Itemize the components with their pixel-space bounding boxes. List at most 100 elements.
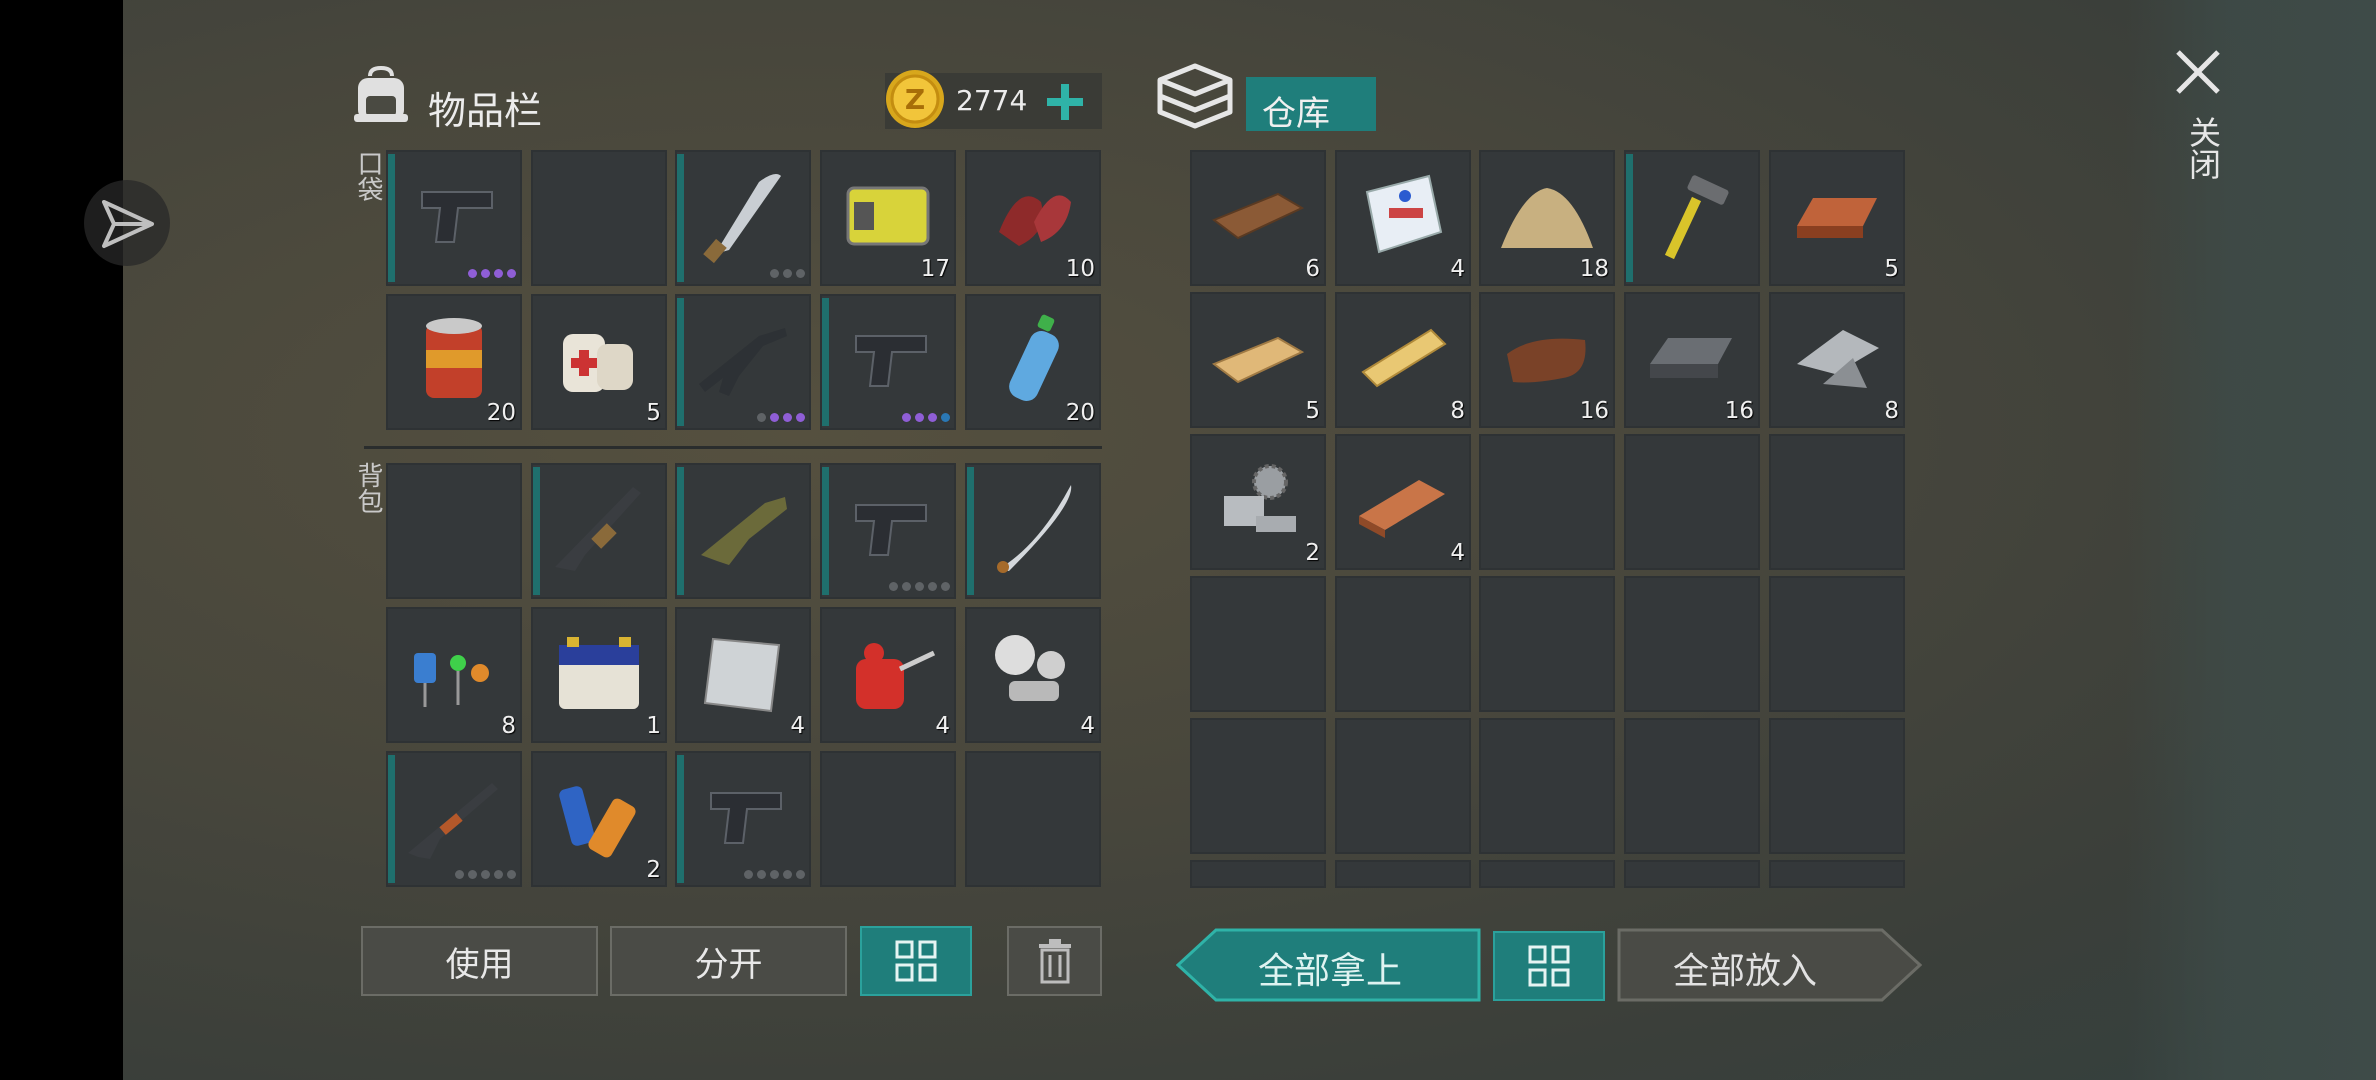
backpack-slot[interactable]: 4 — [675, 607, 811, 743]
pocket-slot[interactable]: 17 — [820, 150, 956, 286]
backpack-slot[interactable]: 4 — [820, 607, 956, 743]
storage-slot[interactable] — [1479, 718, 1615, 854]
storage-slot[interactable]: 2 — [1190, 434, 1326, 570]
storage-slot[interactable]: 8 — [1335, 292, 1471, 428]
durability-bar — [677, 467, 684, 595]
storage-slot[interactable] — [1190, 576, 1326, 712]
storage-slot[interactable] — [1769, 718, 1905, 854]
batteries-icon — [545, 763, 653, 871]
storage-slot[interactable] — [1479, 576, 1615, 712]
item-quantity: 8 — [1450, 398, 1465, 424]
backpack-slot[interactable]: 2 — [531, 751, 667, 887]
item-quantity: 4 — [935, 713, 950, 739]
share-button[interactable] — [84, 180, 170, 266]
pocket-slot[interactable] — [675, 150, 811, 286]
backpack-slot[interactable]: 4 — [965, 607, 1101, 743]
storage-title: 仓库 — [1262, 94, 1330, 134]
storage-slot[interactable] — [1624, 576, 1760, 712]
pocket-slot[interactable]: 10 — [965, 150, 1101, 286]
storage-slot[interactable] — [1190, 718, 1326, 854]
storage-slot[interactable]: 18 — [1479, 150, 1615, 286]
storage-slot[interactable] — [1335, 860, 1471, 888]
pocket-slot[interactable] — [820, 294, 956, 430]
pocket-label: 口袋 — [353, 150, 383, 202]
plus-icon — [1047, 84, 1083, 120]
meat-icon — [979, 162, 1087, 270]
add-coins-button[interactable] — [1043, 80, 1087, 124]
storage-slot[interactable]: 5 — [1190, 292, 1326, 428]
durability-bar — [677, 154, 684, 282]
backpack-slot[interactable]: 8 — [386, 607, 522, 743]
storage-slot[interactable] — [1479, 860, 1615, 888]
put-all-button[interactable]: 全部放入 — [1617, 928, 1922, 1002]
storage-slot[interactable] — [1769, 434, 1905, 570]
item-quantity: 10 — [1065, 256, 1095, 282]
backpack-slot[interactable] — [675, 463, 811, 599]
pine-plank-icon — [1349, 304, 1457, 416]
trash-button[interactable] — [1007, 926, 1102, 996]
backpack-slot[interactable] — [675, 751, 811, 887]
item-quality-dots — [770, 269, 805, 278]
backpack-slot[interactable] — [965, 751, 1101, 887]
storage-slot[interactable] — [1335, 576, 1471, 712]
backpack-icon — [352, 65, 410, 126]
background-fade — [2126, 0, 2376, 1080]
cement-bag-icon — [1349, 162, 1457, 274]
item-quantity: 4 — [790, 713, 805, 739]
pocket-slot[interactable] — [386, 150, 522, 286]
storage-slot[interactable] — [1190, 860, 1326, 888]
storage-slot[interactable] — [1479, 434, 1615, 570]
backpack-slot[interactable] — [820, 751, 956, 887]
backpack-label: 背包 — [353, 462, 383, 514]
backpack-slot[interactable] — [965, 463, 1101, 599]
use-button-label: 使用 — [445, 944, 514, 985]
sort-inventory-button[interactable] — [860, 926, 972, 996]
durability-bar — [677, 298, 684, 426]
pocket-slot[interactable]: 20 — [386, 294, 522, 430]
pocket-slot[interactable] — [531, 150, 667, 286]
item-quality-dots — [468, 269, 516, 278]
section-divider — [364, 446, 1102, 449]
storage-slot[interactable]: 6 — [1190, 150, 1326, 286]
take-all-button[interactable]: 全部拿上 — [1176, 928, 1481, 1002]
bandage-icon — [545, 306, 653, 414]
wooden-plank-icon — [1204, 162, 1312, 274]
take-all-label: 全部拿上 — [1258, 951, 1403, 992]
storage-slot[interactable] — [1769, 576, 1905, 712]
item-quantity: 4 — [1450, 540, 1465, 566]
storage-slot[interactable] — [1624, 718, 1760, 854]
shotgun-icon — [400, 763, 508, 871]
sort-storage-button[interactable] — [1493, 931, 1605, 1001]
copper-ingot-icon — [1783, 162, 1891, 274]
storage-slot[interactable]: 5 — [1769, 150, 1905, 286]
pocket-slot[interactable] — [675, 294, 811, 430]
storage-slot[interactable]: 4 — [1335, 434, 1471, 570]
split-button[interactable]: 分开 — [610, 926, 847, 996]
storage-slot[interactable] — [1624, 434, 1760, 570]
pistol-icon — [400, 162, 508, 270]
storage-slot[interactable]: 16 — [1624, 292, 1760, 428]
hammer-icon — [1638, 162, 1746, 274]
item-quantity: 16 — [1724, 398, 1754, 424]
steel-plate-icon — [689, 619, 797, 727]
item-quantity: 2 — [646, 857, 661, 883]
pistol-icon — [834, 306, 942, 414]
pocket-slot[interactable]: 5 — [531, 294, 667, 430]
storage-slot[interactable]: 4 — [1335, 150, 1471, 286]
close-button[interactable]: 关闭 — [2170, 44, 2230, 214]
durability-bar — [822, 467, 829, 595]
use-button[interactable]: 使用 — [361, 926, 598, 996]
backpack-slot[interactable] — [386, 751, 522, 887]
storage-slot[interactable]: 16 — [1479, 292, 1615, 428]
pocket-slot[interactable]: 20 — [965, 294, 1101, 430]
storage-slot[interactable] — [1624, 860, 1760, 888]
storage-slot[interactable] — [1624, 150, 1760, 286]
storage-slot[interactable]: 8 — [1769, 292, 1905, 428]
backpack-slot[interactable] — [531, 463, 667, 599]
backpack-slot[interactable] — [820, 463, 956, 599]
split-button-label: 分开 — [694, 944, 763, 985]
storage-slot[interactable] — [1335, 718, 1471, 854]
storage-slot[interactable] — [1769, 860, 1905, 888]
backpack-slot[interactable]: 1 — [531, 607, 667, 743]
backpack-slot[interactable] — [386, 463, 522, 599]
